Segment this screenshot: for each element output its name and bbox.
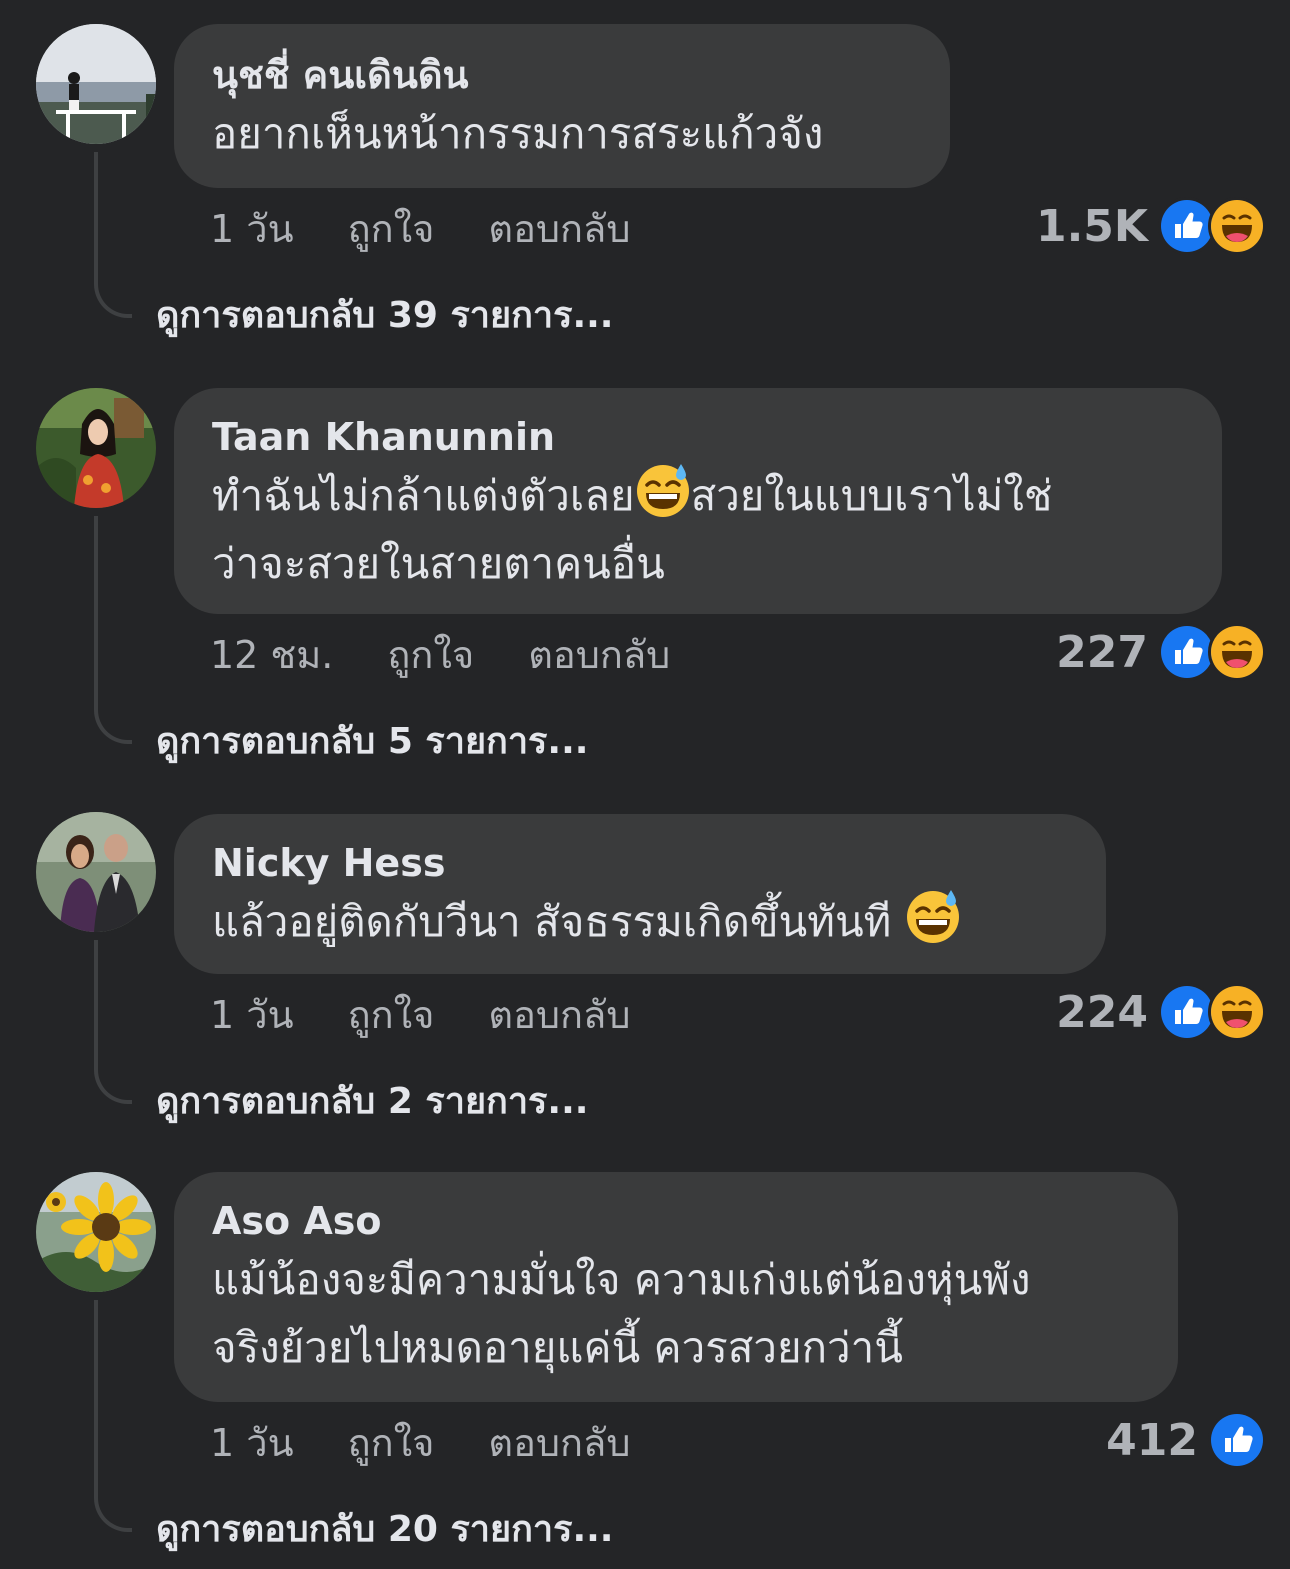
comment-author[interactable]: Aso Aso (212, 1196, 1142, 1246)
sweat-smile-emoji-icon (635, 462, 691, 518)
reactions-summary[interactable]: 224 (1056, 982, 1266, 1042)
comment-time[interactable]: 12 ชม. (210, 624, 333, 685)
comment-author[interactable]: นุชชี่ คนเดินดิน (212, 50, 914, 100)
like-button[interactable]: ถูกใจ (348, 198, 435, 259)
like-button[interactable]: ถูกใจ (348, 1412, 435, 1473)
comment-text: จริงย้วยไปหมดอายุแค่นี้ ควรสวยกว่านี้ (212, 1323, 903, 1372)
reaction-count: 1.5K (1035, 200, 1148, 252)
comment-text: ว่าจะสวยในสายตาคนอื่น (212, 539, 665, 588)
comments-list: นุชชี่ คนเดินดิน อยากเห็นหน้ากรรมการสระแ… (0, 0, 1290, 1569)
comment-text-part: ทำฉันไม่กล้าแต่งตัวเลย (212, 471, 635, 520)
thread-line (94, 152, 132, 318)
view-replies-link[interactable]: ดูการตอบกลับ 5 รายการ... (156, 710, 588, 770)
haha-icon (1208, 623, 1266, 681)
haha-icon (1208, 983, 1266, 1041)
thread-line (94, 940, 132, 1104)
haha-icon (1208, 197, 1266, 255)
like-icon (1208, 1411, 1266, 1469)
avatar[interactable] (36, 812, 156, 932)
view-replies-link[interactable]: ดูการตอบกลับ 39 รายการ... (156, 284, 613, 344)
comment-meta: 1 วัน ถูกใจ ตอบกลับ (210, 198, 630, 258)
reactions-summary[interactable]: 412 (1106, 1410, 1266, 1470)
comment-time[interactable]: 1 วัน (210, 984, 294, 1045)
reply-button[interactable]: ตอบกลับ (488, 198, 630, 259)
avatar[interactable] (36, 24, 156, 144)
like-button[interactable]: ถูกใจ (387, 624, 474, 685)
reaction-count: 412 (1106, 1414, 1198, 1466)
comment-text: แม้น้องจะมีความมั่นใจ ความเก่งแต่น้องหุ่… (212, 1255, 1031, 1304)
thread-line (94, 1300, 132, 1532)
comment-text-part: แล้วอยู่ติดกับวีนา สัจธรรมเกิดขึ้นทันที (212, 897, 892, 946)
comment-time[interactable]: 1 วัน (210, 198, 294, 259)
reply-button[interactable]: ตอบกลับ (488, 984, 630, 1045)
comment-text-part: สวยในแบบเราไม่ใช่ (690, 471, 1053, 520)
like-button[interactable]: ถูกใจ (348, 984, 435, 1045)
reactions-summary[interactable]: 227 (1056, 622, 1266, 682)
comment-bubble: Taan Khanunnin ทำฉันไม่กล้าแต่งตัวเลย สวย… (174, 388, 1222, 614)
comment-author[interactable]: Taan Khanunnin (212, 412, 1186, 462)
comment-text: ทำฉันไม่กล้าแต่งตัวเลย สวยในแบบเราไม่ใช่ (212, 462, 1186, 530)
reaction-count: 224 (1056, 986, 1148, 1038)
reaction-count: 227 (1056, 626, 1148, 678)
reactions-summary[interactable]: 1.5K (1036, 196, 1266, 256)
reply-button[interactable]: ตอบกลับ (488, 1412, 630, 1473)
reply-button[interactable]: ตอบกลับ (528, 624, 670, 685)
thread-line (94, 516, 132, 744)
avatar[interactable] (36, 388, 156, 508)
sweat-smile-emoji-icon (905, 888, 961, 944)
comment-bubble: Aso Aso แม้น้องจะมีความมั่นใจ ความเก่งแต… (174, 1172, 1178, 1402)
comment-text: อยากเห็นหน้ากรรมการสระแก้วจัง (212, 109, 824, 158)
comment-text: แล้วอยู่ติดกับวีนา สัจธรรมเกิดขึ้นทันที (212, 888, 1070, 956)
view-replies-link[interactable]: ดูการตอบกลับ 20 รายการ... (156, 1498, 613, 1558)
comment-author[interactable]: Nicky Hess (212, 838, 1070, 888)
comment-meta: 1 วัน ถูกใจ ตอบกลับ (210, 984, 630, 1044)
comment-meta: 12 ชม. ถูกใจ ตอบกลับ (210, 624, 670, 684)
comment-time[interactable]: 1 วัน (210, 1412, 294, 1473)
comment-bubble: นุชชี่ คนเดินดิน อยากเห็นหน้ากรรมการสระแ… (174, 24, 950, 188)
view-replies-link[interactable]: ดูการตอบกลับ 2 รายการ... (156, 1070, 588, 1130)
comment-meta: 1 วัน ถูกใจ ตอบกลับ (210, 1412, 630, 1472)
avatar[interactable] (36, 1172, 156, 1292)
comment-bubble: Nicky Hess แล้วอยู่ติดกับวีนา สัจธรรมเกิ… (174, 814, 1106, 974)
